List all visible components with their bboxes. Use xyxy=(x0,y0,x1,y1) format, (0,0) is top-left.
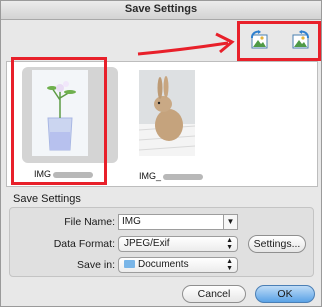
thumbnail-2-caption: IMG_ xyxy=(139,171,204,181)
data-format-label: Data Format: xyxy=(53,238,115,250)
save-in-label: Save in: xyxy=(77,259,115,271)
thumbnail-2[interactable]: IMG_ xyxy=(138,67,229,181)
save-settings-group: File Name: IMG ▼ Data Format: JPEG/Exif … xyxy=(9,207,314,277)
data-format-value: JPEG/Exif xyxy=(124,238,170,249)
thumbnail-area: IMG IMG_ xyxy=(6,57,318,187)
data-format-select[interactable]: JPEG/Exif ▲ ▼ xyxy=(118,236,238,252)
annotation-box-toolbar xyxy=(237,21,321,61)
save-settings-heading: Save Settings xyxy=(13,193,81,205)
annotation-box-thumbnail xyxy=(11,57,107,185)
file-name-combobox[interactable]: IMG ▼ xyxy=(118,214,238,230)
window-title: Save Settings xyxy=(124,3,198,15)
thumbnail-2-image xyxy=(138,70,196,156)
updown-arrows-icon: ▲ ▼ xyxy=(226,258,233,272)
file-name-value: IMG xyxy=(122,216,141,227)
save-in-value: Documents xyxy=(138,259,189,270)
chevron-down-icon[interactable]: ▼ xyxy=(223,215,237,229)
toolbar xyxy=(1,20,321,61)
title-bar: Save Settings xyxy=(1,1,321,20)
updown-arrows-icon: ▲ ▼ xyxy=(226,237,233,251)
rabbit-photo-icon xyxy=(138,70,196,156)
save-settings-dialog: Save Settings IMG IMG_ Save Settings Fil… xyxy=(0,0,322,307)
file-name-label: File Name: xyxy=(64,216,115,228)
settings-button[interactable]: Settings... xyxy=(248,235,306,253)
thumbnail-2-caption-text: IMG_ xyxy=(139,171,162,181)
annotation-arrow xyxy=(137,32,235,56)
folder-icon xyxy=(124,260,135,268)
cancel-button[interactable]: Cancel xyxy=(182,285,246,303)
ok-button[interactable]: OK xyxy=(255,285,315,303)
save-in-select[interactable]: Documents ▲ ▼ xyxy=(118,257,238,273)
